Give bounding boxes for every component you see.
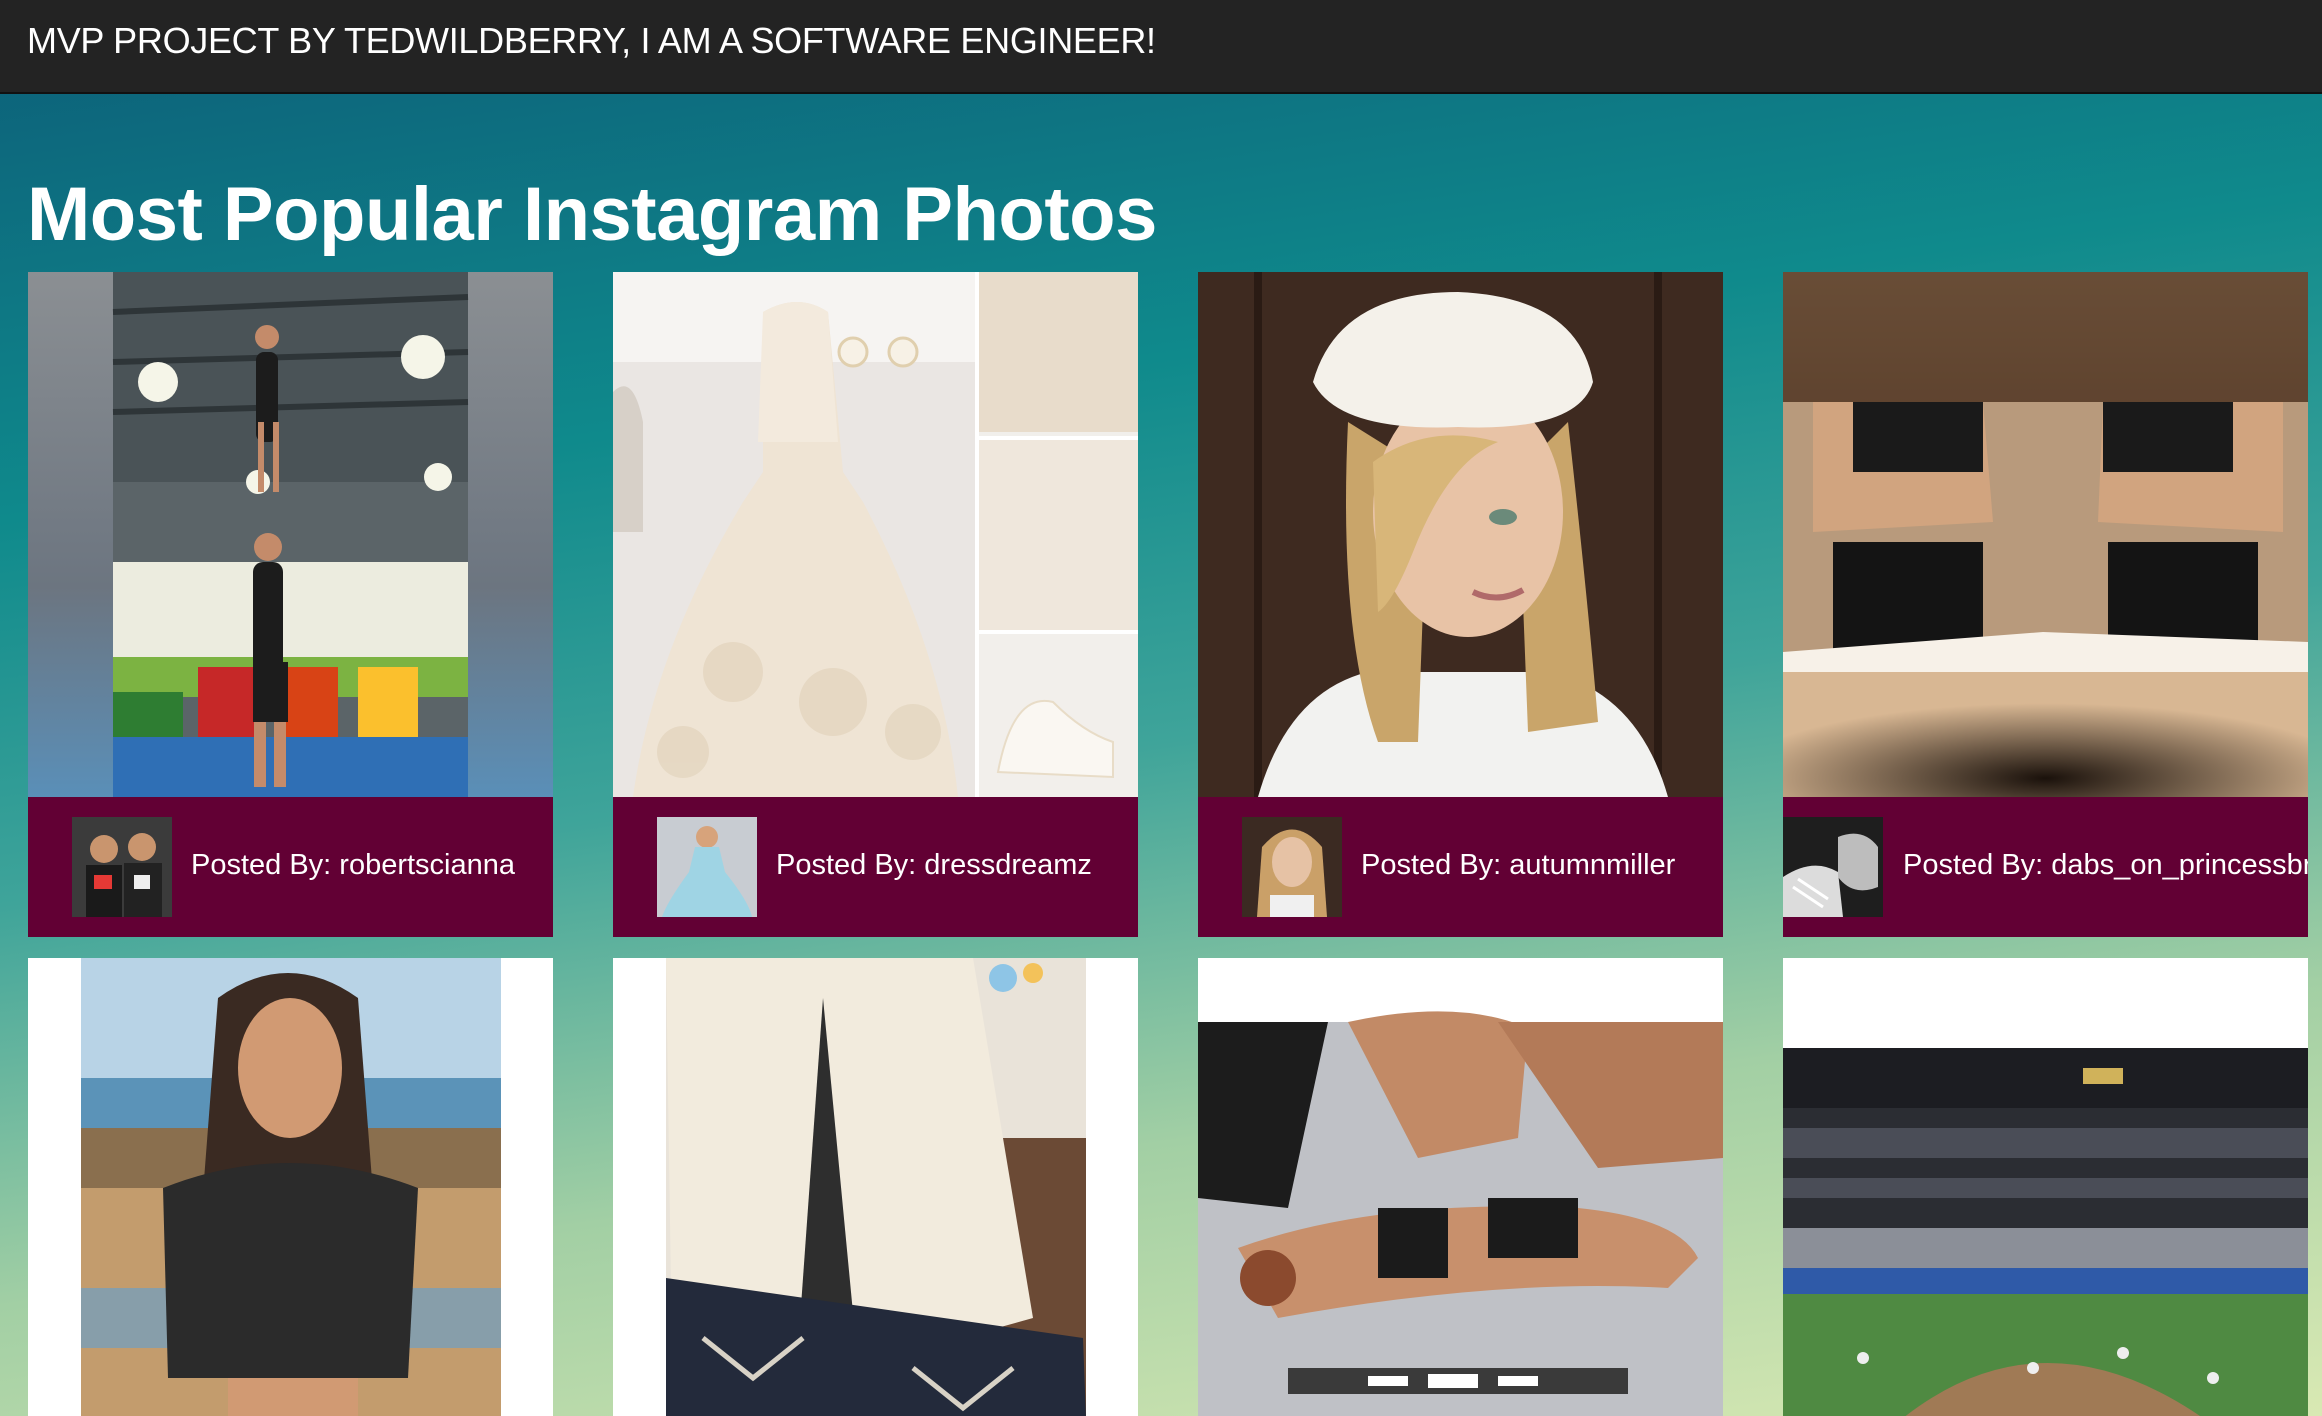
photo-card[interactable] <box>613 958 1138 1416</box>
posted-by-label: Posted By: robertscianna <box>191 849 516 881</box>
navbar-brand-title[interactable]: MVP PROJECT BY TEDWILDBERRY, I AM A SOFT… <box>27 19 1156 63</box>
posted-by-label: Posted By: autumnmiller <box>1361 849 1676 881</box>
acrobat-photo-icon <box>28 272 553 797</box>
post-footer: Posted By: dressdreamz <box>613 797 1138 937</box>
post-photo[interactable] <box>28 958 553 1416</box>
ufc-fight-photo-icon <box>1198 958 1723 1416</box>
mirrored-torso-photo-icon <box>1783 272 2308 797</box>
photo-card-autumnmiller[interactable]: Posted By: autumnmiller <box>1198 272 1723 937</box>
wedding-dress-collage-icon <box>613 272 1138 797</box>
photo-card[interactable] <box>1783 958 2308 1416</box>
post-photo[interactable] <box>1198 272 1723 797</box>
page-title: Most Popular Instagram Photos <box>27 172 1157 257</box>
avatar-blue-dress-icon <box>657 817 757 917</box>
avatar-black-white-icon <box>1783 817 1883 917</box>
blonde-girl-portrait-icon <box>1198 272 1723 797</box>
photo-card[interactable] <box>28 958 553 1416</box>
baseball-stadium-photo-icon <box>1783 958 2308 1416</box>
avatar[interactable] <box>72 817 172 917</box>
avatar[interactable] <box>1242 817 1342 917</box>
avatar-two-men-icon <box>72 817 172 917</box>
photo-card-dressdreamz[interactable]: Posted By: dressdreamz <box>613 272 1138 937</box>
post-footer: Posted By: dabs_on_princessbri <box>1783 797 2308 937</box>
avatar[interactable] <box>657 817 757 917</box>
beach-woman-photo-icon <box>28 958 553 1416</box>
post-photo[interactable] <box>613 272 1138 797</box>
avatar[interactable] <box>1783 817 1883 917</box>
posted-by-label: Posted By: dressdreamz <box>776 849 1092 881</box>
photo-card[interactable] <box>1198 958 1723 1416</box>
avatar-blonde-girl-icon <box>1242 817 1342 917</box>
photo-card-dabs-on-princessbri[interactable]: Posted By: dabs_on_princessbri <box>1783 272 2308 937</box>
post-footer: Posted By: robertscianna <box>28 797 553 937</box>
post-photo[interactable] <box>1198 958 1723 1416</box>
post-photo[interactable] <box>1783 958 2308 1416</box>
posted-by-label: Posted By: dabs_on_princessbri <box>1903 849 2308 881</box>
post-footer: Posted By: autumnmiller <box>1198 797 1723 937</box>
teepee-tent-photo-icon <box>613 958 1138 1416</box>
top-navbar: MVP PROJECT BY TEDWILDBERRY, I AM A SOFT… <box>0 0 2322 94</box>
post-photo[interactable] <box>1783 272 2308 797</box>
post-photo[interactable] <box>28 272 553 797</box>
post-photo[interactable] <box>613 958 1138 1416</box>
photo-card-robertscianna[interactable]: Posted By: robertscianna <box>28 272 553 937</box>
